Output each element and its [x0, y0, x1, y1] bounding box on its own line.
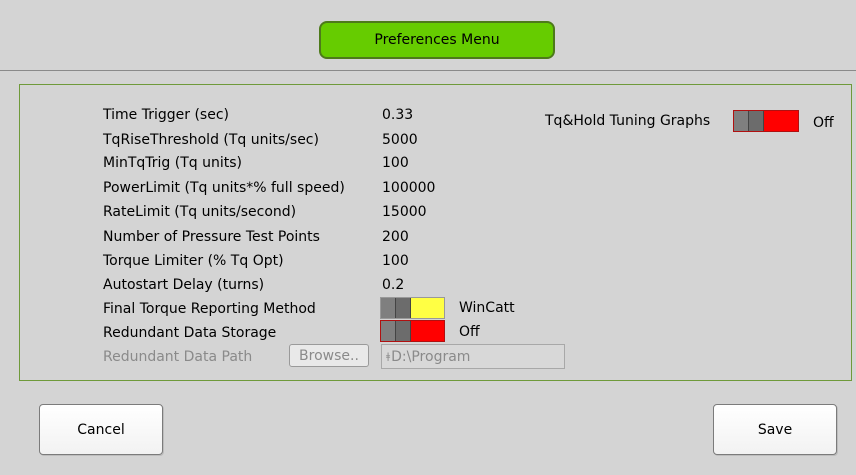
- header-bar: Preferences Menu: [0, 0, 856, 71]
- toggle-state-fill: [411, 321, 444, 341]
- tq-rise-threshold-value[interactable]: 5000: [382, 132, 418, 148]
- path-prefix-glyph: ǂ: [386, 351, 391, 362]
- redundant-storage-state: Off: [459, 324, 480, 340]
- tq-hold-graphs-label: Tq&Hold Tuning Graphs: [545, 113, 711, 129]
- power-limit-label: PowerLimit (Tq units*% full speed): [103, 180, 345, 196]
- toggle-knob: [381, 321, 396, 341]
- page-title: Preferences Menu: [319, 21, 555, 59]
- min-tq-trig-value[interactable]: 100: [382, 155, 409, 171]
- redundant-storage-toggle[interactable]: [380, 320, 445, 342]
- toggle-state-fill: [411, 298, 444, 318]
- browse-button[interactable]: Browse..: [289, 344, 369, 367]
- rate-limit-label: RateLimit (Tq units/second): [103, 204, 297, 220]
- rate-limit-value[interactable]: 15000: [382, 204, 427, 220]
- tq-hold-graphs-state: Off: [813, 115, 834, 131]
- pressure-test-points-value[interactable]: 200: [382, 229, 409, 245]
- page-title-text: Preferences Menu: [374, 32, 500, 48]
- torque-limiter-label: Torque Limiter (% Tq Opt): [103, 253, 284, 269]
- redundant-path-value: D:\Program: [391, 348, 471, 365]
- power-limit-value[interactable]: 100000: [382, 180, 435, 196]
- time-trigger-value[interactable]: 0.33: [382, 107, 413, 123]
- final-torque-method-label: Final Torque Reporting Method: [103, 301, 316, 317]
- toggle-knob: [749, 111, 764, 131]
- torque-limiter-value[interactable]: 100: [382, 253, 409, 269]
- cancel-button[interactable]: Cancel: [39, 404, 163, 455]
- save-button[interactable]: Save: [713, 404, 837, 455]
- toggle-state-fill: [764, 111, 798, 131]
- autostart-delay-value[interactable]: 0.2: [382, 277, 404, 293]
- tq-rise-threshold-label: TqRiseThreshold (Tq units/sec): [103, 132, 319, 148]
- final-torque-method-state: WinCatt: [459, 300, 515, 316]
- toggle-knob: [381, 298, 396, 318]
- time-trigger-label: Time Trigger (sec): [103, 107, 229, 123]
- tq-hold-graphs-toggle[interactable]: [733, 110, 799, 132]
- redundant-path-label: Redundant Data Path: [103, 349, 253, 365]
- toggle-knob: [396, 298, 411, 318]
- redundant-path-field[interactable]: ǂ D:\Program: [381, 344, 565, 369]
- toggle-knob: [734, 111, 749, 131]
- toggle-knob: [396, 321, 411, 341]
- autostart-delay-label: Autostart Delay (turns): [103, 277, 265, 293]
- final-torque-method-toggle[interactable]: [380, 297, 445, 319]
- min-tq-trig-label: MinTqTrig (Tq units): [103, 155, 242, 171]
- redundant-storage-label: Redundant Data Storage: [103, 325, 277, 341]
- pressure-test-points-label: Number of Pressure Test Points: [103, 229, 320, 245]
